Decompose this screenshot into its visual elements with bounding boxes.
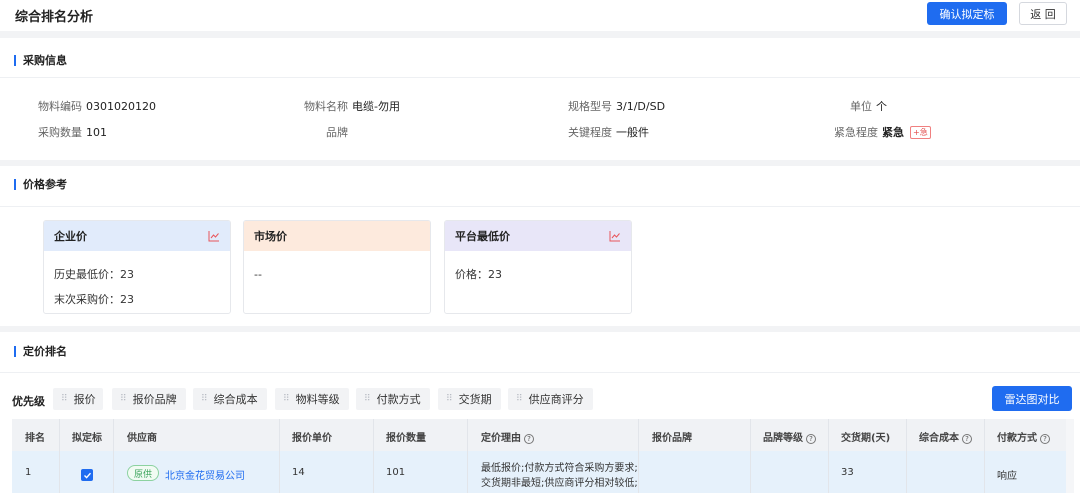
section-title-purchase: 采购信息 — [14, 55, 67, 66]
section-title-price: 价格参考 — [14, 179, 67, 190]
help-icon[interactable]: ? — [806, 434, 816, 444]
drag-handle-icon[interactable]: ⠿ — [61, 394, 68, 404]
column-header-rank: 排名 — [25, 433, 45, 444]
drag-handle-icon[interactable]: ⠿ — [516, 394, 523, 404]
page-title: 综合排名分析 — [15, 10, 94, 25]
confirm-bid-button[interactable]: 确认拟定标 — [927, 2, 1007, 25]
info-purchase-qty: 采购数量 101 — [38, 126, 107, 139]
trend-chart-icon[interactable] — [208, 230, 220, 242]
column-divider — [279, 419, 280, 493]
column-divider — [984, 419, 985, 493]
help-icon[interactable]: ? — [962, 434, 972, 444]
column-divider — [59, 419, 60, 493]
cell-reason-line1: 最低报价;付款方式符合采购方要求; — [481, 463, 638, 474]
back-button[interactable]: 返 回 — [1019, 2, 1067, 25]
info-material-name: 物料名称 电缆-勿用 — [304, 100, 400, 113]
page-header: 综合排名分析 确认拟定标 返 回 — [0, 0, 1080, 31]
column-header-payment: 付款方式? — [997, 429, 1050, 444]
card-title: 市场价 — [254, 230, 287, 243]
column-divider — [373, 419, 374, 493]
drag-handle-icon[interactable]: ⠿ — [201, 394, 208, 404]
info-urgency: 紧急程度 紧急 +急 — [834, 124, 931, 140]
priority-chip-total-cost[interactable]: ⠿ 综合成本 — [193, 388, 267, 410]
drag-handle-icon[interactable]: ⠿ — [364, 394, 371, 404]
column-divider — [828, 419, 829, 493]
enterprise-price-card-header: 企业价 — [44, 221, 230, 251]
column-divider — [113, 419, 114, 493]
info-brand: 品牌 — [326, 126, 348, 139]
priority-chip-brand[interactable]: ⠿ 报价品牌 — [112, 388, 186, 410]
cell-reason-line2: 交货期非最短;供应商评分相对较低; — [481, 478, 638, 489]
card-line: 历史最低价：23 — [54, 268, 134, 281]
radar-compare-button[interactable]: 雷达图对比 — [992, 386, 1072, 411]
column-divider — [638, 419, 639, 493]
trend-chart-icon[interactable] — [609, 230, 621, 242]
column-divider — [467, 419, 468, 493]
card-line: 末次采购价：23 — [54, 293, 134, 306]
card-line: -- — [254, 268, 262, 281]
cell-payment: 响应 — [997, 471, 1017, 482]
help-icon[interactable]: ? — [1040, 434, 1050, 444]
card-line: 价格：23 — [455, 268, 502, 281]
cell-rank: 1 — [25, 467, 32, 478]
drag-handle-icon[interactable]: ⠿ — [446, 394, 453, 404]
platform-lowest-price-card: 平台最低价 价格：23 — [444, 220, 632, 314]
column-header-reason: 定价理由? — [481, 429, 534, 444]
purchase-info-section: 采购信息 物料编码 0301020120 物料名称 电缆-勿用 规格型号 3/1/D/… — [0, 38, 1080, 160]
check-icon — [83, 472, 91, 479]
section-divider — [0, 206, 1080, 207]
column-header-supplier: 供应商 — [127, 433, 157, 444]
info-spec-model: 规格型号 3/1/D/SD — [568, 100, 666, 113]
column-header-unit-price: 报价单价 — [292, 433, 332, 444]
market-price-card: 市场价 -- — [243, 220, 431, 314]
drag-handle-icon[interactable]: ⠿ — [283, 394, 290, 404]
table-scrollbar[interactable] — [1066, 419, 1074, 493]
priority-chip-delivery[interactable]: ⠿ 交货期 — [438, 388, 501, 410]
original-supplier-badge: 原供 — [127, 465, 159, 481]
priority-chip-price[interactable]: ⠿ 报价 — [53, 388, 103, 410]
column-header-quantity: 报价数量 — [386, 433, 426, 444]
enterprise-price-card: 企业价 历史最低价：23 末次采购价：23 — [43, 220, 231, 314]
section-divider — [0, 372, 1080, 373]
supplier-link[interactable]: 北京金花贸易公司 — [165, 467, 245, 482]
market-price-card-header: 市场价 — [244, 221, 430, 251]
section-divider — [0, 77, 1080, 78]
info-unit: 单位个 — [850, 100, 887, 113]
cell-delivery-days: 33 — [841, 467, 854, 478]
column-header-total-cost: 综合成本? — [919, 429, 972, 444]
column-divider — [906, 419, 907, 493]
drag-handle-icon[interactable]: ⠿ — [120, 394, 127, 404]
card-title: 企业价 — [54, 230, 87, 243]
column-header-selected: 拟定标 — [72, 433, 102, 444]
platform-lowest-price-card-header: 平台最低价 — [445, 221, 631, 251]
info-criticality: 关键程度 一般件 — [568, 126, 649, 139]
card-title: 平台最低价 — [455, 230, 510, 243]
section-title-ranking: 定价排名 — [14, 346, 67, 357]
cell-unit-price: 14 — [292, 467, 305, 478]
help-icon[interactable]: ? — [524, 434, 534, 444]
priority-chip-payment[interactable]: ⠿ 付款方式 — [356, 388, 430, 410]
column-header-delivery-days: 交货期(天) — [841, 433, 891, 444]
column-header-brand-level: 品牌等级? — [763, 429, 816, 444]
column-divider — [750, 419, 751, 493]
info-material-code: 物料编码 0301020120 — [38, 100, 156, 113]
ranking-table-header — [12, 419, 1066, 451]
column-header-brand: 报价品牌 — [652, 433, 692, 444]
cell-quantity: 101 — [386, 467, 406, 478]
priority-label: 优先级 — [12, 395, 45, 408]
priority-chip-supplier-score[interactable]: ⠿ 供应商评分 — [508, 388, 593, 410]
priority-chip-material-level[interactable]: ⠿ 物料等级 — [275, 388, 349, 410]
urgent-tag: +急 — [910, 126, 931, 139]
selected-checkbox[interactable] — [81, 469, 93, 481]
